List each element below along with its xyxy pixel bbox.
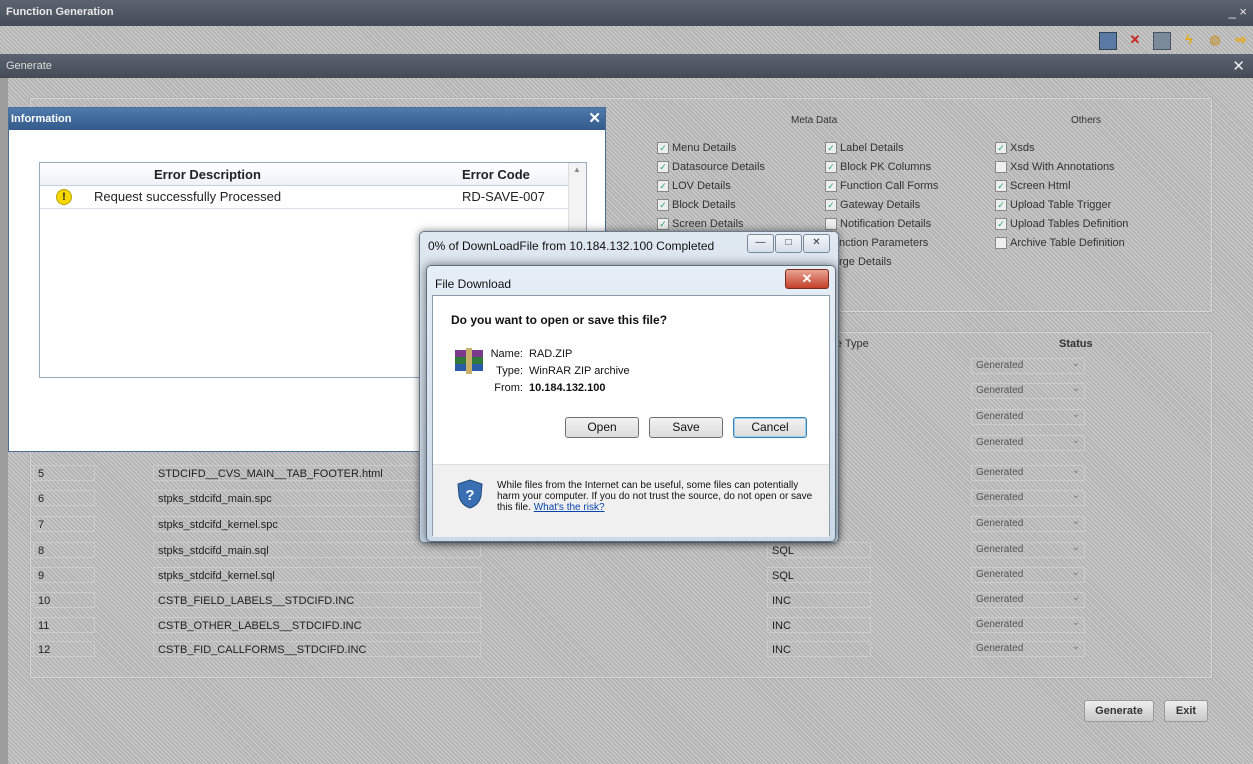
table-row[interactable]: 8 stpks_stdcifd_main.sql SQL Generated xyxy=(31,540,1211,560)
checkbox-archive-table-definition[interactable]: Archive Table Definition xyxy=(995,237,1125,249)
checkbox-upload-table-trigger[interactable]: ✓ Upload Table Trigger xyxy=(995,199,1111,211)
open-button[interactable]: Open xyxy=(565,417,639,438)
checkbox-datasource-details[interactable]: ✓ Datasource Details xyxy=(657,161,765,173)
maximize-icon[interactable]: □ xyxy=(775,234,802,253)
generate-window-titlebar: Generate ✕ xyxy=(0,54,1253,78)
close-icon[interactable]: ✕ xyxy=(1232,57,1245,75)
security-warning-text: While files from the Internet can be use… xyxy=(497,480,813,513)
error-code: RD-SAVE-007 xyxy=(462,189,545,204)
file-download-dialog: File Download ✕ Do you want to open or s… xyxy=(426,265,836,542)
close-icon[interactable]: ✕ xyxy=(785,269,829,289)
status-select[interactable]: Generated xyxy=(971,408,1085,425)
checkbox-function-parameters[interactable]: nction Parameters xyxy=(839,237,928,249)
checkbox-block-pk-columns[interactable]: ✓ Block PK Columns xyxy=(825,161,931,173)
file-download-title: File Download xyxy=(435,277,512,291)
download-progress-title: 0% of DownLoadFile from 10.184.132.100 C… xyxy=(428,239,715,253)
file-name: RAD.ZIP xyxy=(529,348,573,360)
status-header: Status xyxy=(1059,338,1093,350)
minimize-icon[interactable]: — xyxy=(747,234,774,253)
status-select[interactable]: Generated xyxy=(971,434,1085,451)
col-error-description: Error Description xyxy=(154,167,261,182)
checkbox-purge-details[interactable]: rge Details xyxy=(839,256,892,268)
information-titlebar: Information ✕ xyxy=(9,108,605,130)
col-error-code: Error Code xyxy=(462,167,530,182)
error-row[interactable]: ! Request successfully Processed RD-SAVE… xyxy=(40,186,570,209)
close-icon[interactable]: ✕ xyxy=(803,234,830,253)
scroll-up-icon[interactable]: ▲ xyxy=(573,165,581,174)
close-icon[interactable]: ✕ xyxy=(588,109,601,127)
generate-button[interactable]: Generate xyxy=(1084,700,1154,722)
window-controls[interactable]: _ × xyxy=(1229,4,1247,19)
toolbar: ✕ ϟ ◍ ⇨ xyxy=(0,26,1253,54)
table-row[interactable]: 9 stpks_stdcifd_kernel.sql SQL Generated xyxy=(31,565,1211,585)
calculator-icon[interactable] xyxy=(1153,32,1171,50)
exit-icon[interactable]: ⇨ xyxy=(1233,32,1249,48)
checkbox-xsds[interactable]: ✓ Xsds xyxy=(995,142,1034,154)
download-question: Do you want to open or save this file? xyxy=(451,313,668,327)
checkbox-gateway-details[interactable]: ✓ Gateway Details xyxy=(825,199,920,211)
delete-icon[interactable]: ✕ xyxy=(1127,32,1143,48)
checkbox-screen-details[interactable]: ✓ Screen Details xyxy=(657,218,744,230)
table-row[interactable]: 10 CSTB_FIELD_LABELS__STDCIFD.INC INC Ge… xyxy=(31,590,1211,610)
security-warning-footer: ? While files from the Internet can be u… xyxy=(433,464,829,537)
status-select[interactable]: Generated xyxy=(971,357,1085,374)
checkbox-menu-details[interactable]: ✓ Menu Details xyxy=(657,142,736,154)
shield-question-icon: ? xyxy=(457,479,483,509)
error-table-header: Error Description Error Code xyxy=(40,163,570,186)
warning-icon: ! xyxy=(56,189,72,205)
meta-data-title: Meta Data xyxy=(791,115,838,126)
whats-the-risk-link[interactable]: What's the risk? xyxy=(534,502,605,513)
file-source: 10.184.132.100 xyxy=(529,382,606,394)
checkbox-screen-html[interactable]: ✓ Screen Html xyxy=(995,180,1071,192)
table-row[interactable]: 11 CSTB_OTHER_LABELS__STDCIFD.INC INC Ge… xyxy=(31,615,1211,635)
others-title: Others xyxy=(1071,115,1102,126)
svg-text:?: ? xyxy=(465,487,474,504)
function-icon[interactable]: ϟ xyxy=(1181,32,1197,48)
information-title: Information xyxy=(11,113,72,125)
app-titlebar: Function Generation _ × xyxy=(0,0,1253,26)
generate-window-title: Generate xyxy=(6,60,52,72)
file-type: WinRAR ZIP archive xyxy=(529,365,630,377)
cancel-button[interactable]: Cancel xyxy=(733,417,807,438)
checkbox-xsd-with-annotations[interactable]: Xsd With Annotations xyxy=(995,161,1115,173)
status-select[interactable]: Generated xyxy=(971,382,1085,399)
error-description: Request successfully Processed xyxy=(94,189,282,204)
table-row[interactable]: 12 CSTB_FID_CALLFORMS__STDCIFD.INC INC G… xyxy=(31,639,1211,659)
file-from-row: From: 10.184.132.100 xyxy=(494,382,606,394)
save-icon[interactable] xyxy=(1099,32,1117,50)
file-type-row: Type: WinRAR ZIP archive xyxy=(496,365,630,377)
exit-button[interactable]: Exit xyxy=(1164,700,1208,722)
checkbox-notification-details[interactable]: Notification Details xyxy=(825,218,931,230)
copy-icon[interactable]: ◍ xyxy=(1207,32,1223,48)
checkbox-upload-tables-definition[interactable]: ✓ Upload Tables Definition xyxy=(995,218,1128,230)
checkbox-label-details[interactable]: ✓ Label Details xyxy=(825,142,904,154)
app-title: Function Generation xyxy=(6,6,114,18)
save-button[interactable]: Save xyxy=(649,417,723,438)
checkbox-block-details[interactable]: ✓ Block Details xyxy=(657,199,736,211)
checkbox-function-call-forms[interactable]: ✓ Function Call Forms xyxy=(825,180,938,192)
checkbox-lov-details[interactable]: ✓ LOV Details xyxy=(657,180,731,192)
file-download-body: Do you want to open or save this file? N… xyxy=(432,295,830,537)
file-name-row: Name: RAD.ZIP xyxy=(490,348,573,360)
